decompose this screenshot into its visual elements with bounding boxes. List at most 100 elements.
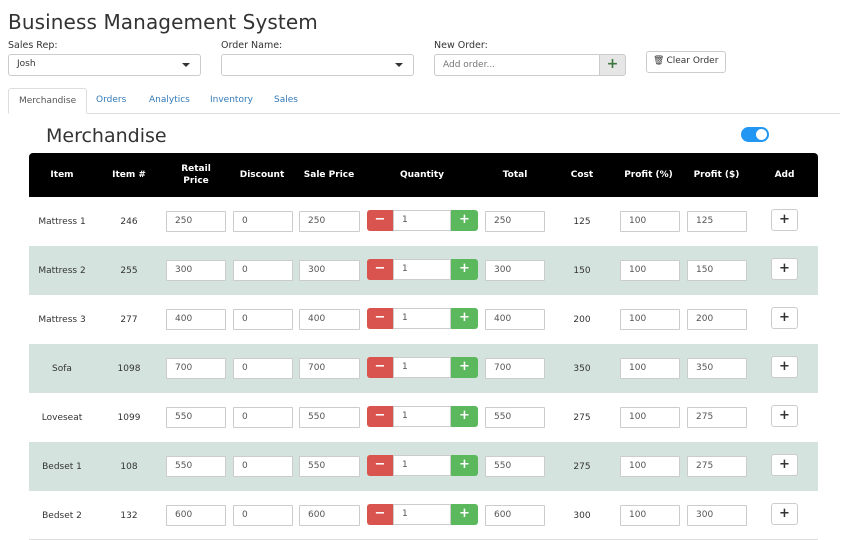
- tab-sales[interactable]: Sales: [264, 88, 308, 114]
- profit-dollar-input[interactable]: 350: [687, 358, 747, 379]
- total-input[interactable]: 250: [485, 211, 545, 232]
- quantity-increment-button[interactable]: +: [451, 406, 478, 427]
- quantity-input[interactable]: 1: [393, 308, 451, 329]
- discount-input[interactable]: 0: [233, 260, 293, 281]
- cost-value: 350: [573, 363, 591, 374]
- item-number: 108: [120, 461, 138, 472]
- sale-price-input[interactable]: 250: [299, 211, 360, 232]
- discount-input[interactable]: 0: [233, 505, 293, 526]
- add-order-button[interactable]: +: [599, 54, 626, 76]
- new-order-input[interactable]: [434, 54, 600, 76]
- add-item-button[interactable]: +: [771, 503, 798, 525]
- tab-merchandise[interactable]: Merchandise: [8, 88, 88, 114]
- sale-price-input[interactable]: 400: [299, 309, 360, 330]
- retail-price-input[interactable]: 400: [166, 309, 226, 330]
- discount-input[interactable]: 0: [233, 309, 293, 330]
- quantity-increment-button[interactable]: +: [451, 504, 478, 525]
- cost-value: 125: [573, 216, 591, 227]
- profit-dollar-input[interactable]: 300: [687, 505, 747, 526]
- quantity-input[interactable]: 1: [393, 259, 451, 280]
- item-name: Mattress 1: [38, 216, 86, 227]
- total-input[interactable]: 700: [485, 358, 545, 379]
- header-retail-line1: Retail: [181, 164, 211, 174]
- profit-percent-input[interactable]: 100: [620, 260, 680, 281]
- cost-value: 150: [573, 265, 591, 276]
- sale-price-input[interactable]: 550: [299, 407, 360, 428]
- total-input[interactable]: 400: [485, 309, 545, 330]
- profit-percent-input[interactable]: 100: [620, 309, 680, 330]
- add-item-button[interactable]: +: [771, 258, 798, 280]
- profit-dollar-input[interactable]: 275: [687, 456, 747, 477]
- header-item: Item: [50, 170, 74, 180]
- profit-dollar-input[interactable]: 150: [687, 260, 747, 281]
- add-item-button[interactable]: +: [771, 405, 798, 427]
- tab-orders[interactable]: Orders: [86, 88, 136, 114]
- discount-input[interactable]: 0: [233, 358, 293, 379]
- header-cost: Cost: [570, 170, 594, 180]
- quantity-increment-button[interactable]: +: [451, 308, 478, 329]
- quantity-input[interactable]: 1: [393, 455, 451, 476]
- tab-analytics[interactable]: Analytics: [139, 88, 200, 114]
- quantity-input[interactable]: 1: [393, 357, 451, 378]
- order-name-select[interactable]: [221, 54, 414, 76]
- tab-inventory[interactable]: Inventory: [200, 88, 263, 114]
- retail-price-input[interactable]: 550: [166, 456, 226, 477]
- add-item-button[interactable]: +: [771, 307, 798, 329]
- clear-order-label: Clear Order: [666, 56, 719, 66]
- sale-price-input[interactable]: 550: [299, 456, 360, 477]
- toggle-knob: [756, 129, 767, 140]
- quantity-decrement-button[interactable]: −: [367, 406, 393, 427]
- profit-percent-input[interactable]: 100: [620, 407, 680, 428]
- quantity-decrement-button[interactable]: −: [367, 259, 393, 280]
- quantity-increment-button[interactable]: +: [451, 210, 478, 231]
- discount-input[interactable]: 0: [233, 211, 293, 232]
- sale-price-input[interactable]: 700: [299, 358, 360, 379]
- total-input[interactable]: 300: [485, 260, 545, 281]
- sale-price-input[interactable]: 300: [299, 260, 360, 281]
- discount-input[interactable]: 0: [233, 456, 293, 477]
- retail-price-input[interactable]: 550: [166, 407, 226, 428]
- add-item-button[interactable]: +: [771, 209, 798, 231]
- discount-input[interactable]: 0: [233, 407, 293, 428]
- quantity-decrement-button[interactable]: −: [367, 504, 393, 525]
- quantity-decrement-button[interactable]: −: [367, 455, 393, 476]
- profit-dollar-input[interactable]: 200: [687, 309, 747, 330]
- total-input[interactable]: 550: [485, 456, 545, 477]
- tab-bar: Merchandise Orders Analytics Inventory S…: [8, 88, 840, 114]
- retail-price-input[interactable]: 600: [166, 505, 226, 526]
- profit-dollar-input[interactable]: 125: [687, 211, 747, 232]
- item-number: 246: [120, 216, 138, 227]
- view-toggle[interactable]: [741, 127, 769, 142]
- quantity-increment-button[interactable]: +: [451, 259, 478, 280]
- item-name: Sofa: [52, 363, 72, 374]
- quantity-input[interactable]: 1: [393, 504, 451, 525]
- sale-price-input[interactable]: 600: [299, 505, 360, 526]
- quantity-input[interactable]: 1: [393, 406, 451, 427]
- quantity-increment-button[interactable]: +: [451, 357, 478, 378]
- add-item-button[interactable]: +: [771, 356, 798, 378]
- clear-order-button[interactable]: 🗑 Clear Order: [646, 51, 726, 73]
- profit-percent-input[interactable]: 100: [620, 505, 680, 526]
- section-title: Merchandise: [46, 125, 167, 147]
- add-item-button[interactable]: +: [771, 454, 798, 476]
- quantity-increment-button[interactable]: +: [451, 455, 478, 476]
- quantity-decrement-button[interactable]: −: [367, 210, 393, 231]
- profit-percent-input[interactable]: 100: [620, 211, 680, 232]
- caret-down-icon: [182, 63, 190, 67]
- quantity-decrement-button[interactable]: −: [367, 308, 393, 329]
- sales-rep-select[interactable]: Josh: [8, 54, 201, 76]
- retail-price-input[interactable]: 700: [166, 358, 226, 379]
- table-row: Sofa 1098 700 0 700 − 1 + 700 350 100 35…: [29, 344, 818, 393]
- item-number: 1098: [117, 363, 141, 374]
- retail-price-input[interactable]: 300: [166, 260, 226, 281]
- cost-value: 200: [573, 314, 591, 325]
- caret-down-icon: [395, 63, 403, 67]
- profit-dollar-input[interactable]: 275: [687, 407, 747, 428]
- profit-percent-input[interactable]: 100: [620, 358, 680, 379]
- retail-price-input[interactable]: 250: [166, 211, 226, 232]
- quantity-decrement-button[interactable]: −: [367, 357, 393, 378]
- profit-percent-input[interactable]: 100: [620, 456, 680, 477]
- total-input[interactable]: 550: [485, 407, 545, 428]
- total-input[interactable]: 600: [485, 505, 545, 526]
- quantity-input[interactable]: 1: [393, 210, 451, 231]
